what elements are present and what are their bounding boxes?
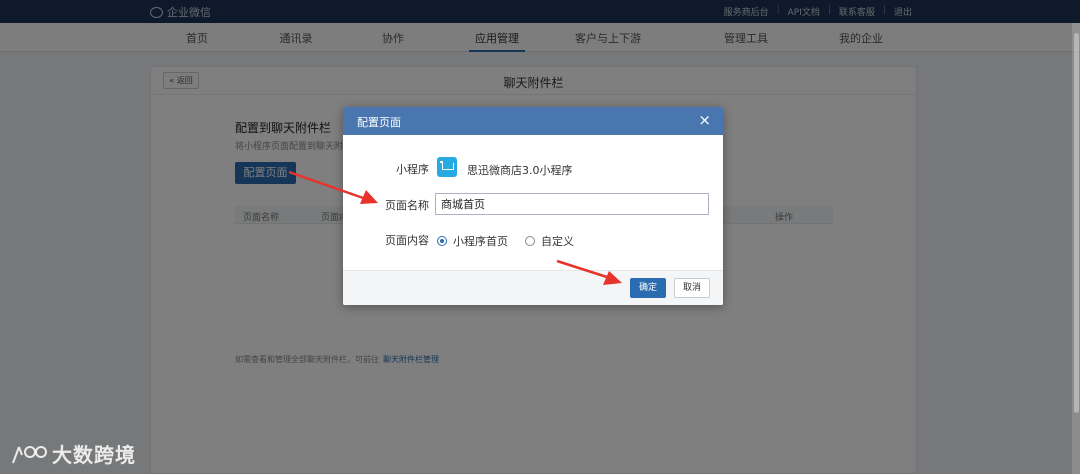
annotation-arrows [288, 170, 622, 285]
watermark: 大数跨境 [10, 439, 136, 468]
arrow-to-page-name-icon [288, 170, 378, 204]
watermark-logo-icon [12, 445, 47, 463]
watermark-text: 大数跨境 [52, 443, 136, 467]
arrow-to-confirm-icon [556, 259, 622, 285]
